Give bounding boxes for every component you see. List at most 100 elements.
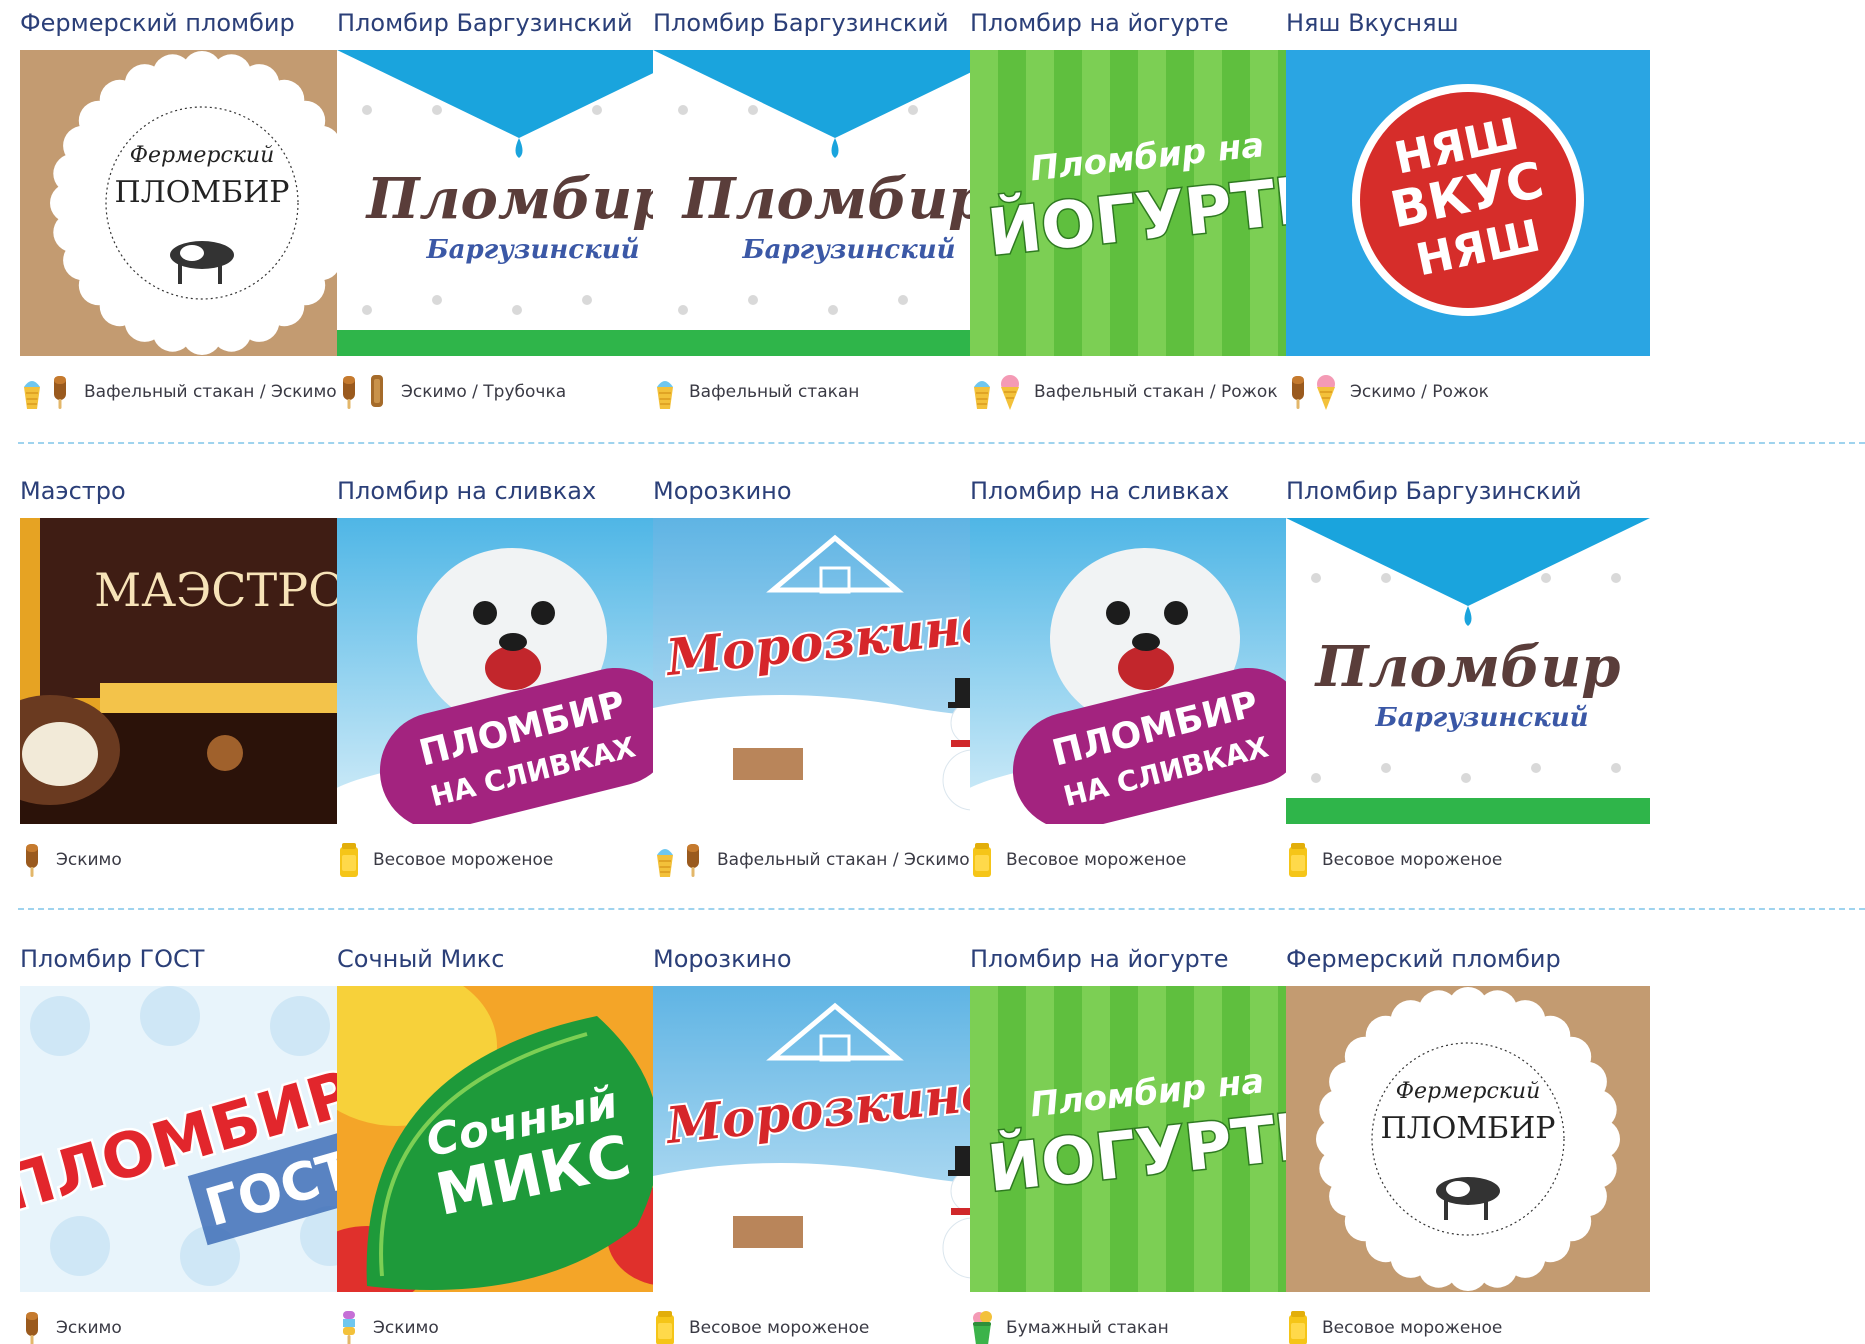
product-type-icons: [337, 373, 389, 411]
product-title[interactable]: Пломбир Баргузинский: [1286, 476, 1582, 506]
product-card[interactable]: Фермерский пломбир Фермерский ПЛОМБИР Ве…: [1284, 936, 1650, 1344]
product-title[interactable]: Пломбир ГОСТ: [20, 944, 204, 974]
product-card[interactable]: Пломбир на сливках ПЛОМБИР НА СЛИВКАХ Вес…: [968, 468, 1334, 888]
eskimo-icon: [681, 841, 705, 879]
product-card[interactable]: Морозкино Морозкино Весовое мороженое: [651, 936, 1017, 1344]
art-text: МАЭСТРО: [94, 563, 346, 617]
product-type-icons: [653, 841, 705, 879]
tub-icon: [1286, 1309, 1310, 1344]
product-type-icons: [970, 373, 1022, 411]
eskimo-icon: [48, 373, 72, 411]
product-row: Фермерский пломбир Фермерский ПЛОМБИР Ва…: [0, 0, 1865, 420]
product-type-label: Весовое мороженое: [373, 850, 554, 870]
art-text: Баргузинский: [425, 235, 639, 265]
product-image[interactable]: Морозкино: [653, 518, 1017, 824]
product-row: Маэстро МАЭСТРО Эскимо Пломбир на сливках …: [0, 468, 1865, 888]
product-type-icons: [20, 373, 72, 411]
art-text: ПЛОМБИР: [115, 175, 290, 210]
art-text: Пломбир: [365, 166, 672, 232]
product-type-label: Вафельный стакан / Эскимо: [717, 850, 970, 870]
eskimo-icon: [1286, 373, 1310, 411]
tub-icon: [970, 841, 994, 879]
product-image[interactable]: Фермерский ПЛОМБИР: [1286, 986, 1650, 1292]
product-card[interactable]: Пломбир Баргузинский Пломбир Баргузински…: [335, 0, 701, 420]
eskimo-icon: [337, 373, 361, 411]
waffle-cup-icon: [653, 841, 677, 879]
product-title[interactable]: Морозкино: [653, 476, 792, 506]
product-type-icons: [970, 841, 994, 879]
product-type-label: Эскимо / Трубочка: [401, 382, 567, 402]
product-image[interactable]: Пломбир на ЙОГУРТЕ: [970, 50, 1334, 356]
cone-icon: [998, 373, 1022, 411]
product-image[interactable]: МАЭСТРО: [20, 518, 384, 824]
product-card[interactable]: Морозкино Морозкино Вафельный стакан / Эс…: [651, 468, 1017, 888]
product-type-row: Вафельный стакан / Эскимо: [20, 372, 337, 412]
product-card[interactable]: Пломбир на йогурте Пломбир на ЙОГУРТЕ Ваф…: [968, 0, 1334, 420]
product-type-icons: [337, 1309, 361, 1344]
product-type-icons: [1286, 373, 1338, 411]
product-card[interactable]: Пломбир ГОСТ ПЛОМБИР ГОСТ Эскимо: [18, 936, 384, 1344]
product-type-row: Бумажный стакан: [970, 1308, 1169, 1344]
art-text: Пломбир: [681, 166, 988, 232]
product-type-icons: [20, 1309, 44, 1344]
product-title[interactable]: Пломбир Баргузинский: [653, 8, 949, 38]
art-text: Фермерский: [1396, 1079, 1541, 1104]
product-type-row: Эскимо: [337, 1308, 439, 1344]
product-card[interactable]: Маэстро МАЭСТРО Эскимо: [18, 468, 384, 888]
tube-icon: [365, 373, 389, 411]
product-type-label: Вафельный стакан / Рожок: [1034, 382, 1278, 402]
row-divider: [18, 908, 1865, 910]
product-type-label: Весовое мороженое: [689, 1318, 870, 1338]
product-card[interactable]: Няш Вкусняш НЯШ ВКУС НЯШ Эскимо / Рожок: [1284, 0, 1650, 420]
product-image[interactable]: ПЛОМБИР НА СЛИВКАХ: [337, 518, 701, 824]
tub-icon: [653, 1309, 677, 1344]
product-image[interactable]: Морозкино: [653, 986, 1017, 1292]
product-card[interactable]: Пломбир на йогурте Пломбир на ЙОГУРТЕ Бум…: [968, 936, 1334, 1344]
product-type-row: Вафельный стакан / Рожок: [970, 372, 1278, 412]
product-title[interactable]: Пломбир на сливках: [337, 476, 596, 506]
product-image[interactable]: Пломбир Баргузинский: [337, 50, 701, 356]
product-title[interactable]: Морозкино: [653, 944, 792, 974]
product-title[interactable]: Пломбир на йогурте: [970, 944, 1229, 974]
product-type-row: Весовое мороженое: [970, 840, 1186, 880]
product-title[interactable]: Няш Вкусняш: [1286, 8, 1459, 38]
product-type-row: Вафельный стакан: [653, 372, 859, 412]
fruit-ice-icon: [337, 1309, 361, 1344]
product-type-label: Эскимо: [373, 1318, 439, 1338]
product-title[interactable]: Пломбир на сливках: [970, 476, 1229, 506]
product-image[interactable]: Сочный МИКС: [337, 986, 701, 1292]
product-image[interactable]: ПЛОМБИР ГОСТ: [20, 986, 384, 1292]
product-card[interactable]: Фермерский пломбир Фермерский ПЛОМБИР Ва…: [18, 0, 384, 420]
product-image[interactable]: Пломбир на ЙОГУРТЕ: [970, 986, 1334, 1292]
product-title[interactable]: Пломбир Баргузинский: [337, 8, 633, 38]
product-type-row: Весовое мороженое: [1286, 1308, 1502, 1344]
waffle-cup-icon: [20, 373, 44, 411]
product-title[interactable]: Фермерский пломбир: [1286, 944, 1561, 974]
product-type-row: Эскимо: [20, 840, 122, 880]
product-title[interactable]: Пломбир на йогурте: [970, 8, 1229, 38]
product-type-row: Эскимо / Рожок: [1286, 372, 1489, 412]
art-text: Баргузинский: [1374, 703, 1588, 733]
eskimo-icon: [20, 1309, 44, 1344]
product-image[interactable]: Пломбир Баргузинский: [653, 50, 1017, 356]
product-type-label: Вафельный стакан: [689, 382, 860, 402]
row-divider: [18, 442, 1865, 444]
product-card[interactable]: Пломбир Баргузинский Пломбир Баргузински…: [1284, 468, 1650, 888]
product-title[interactable]: Сочный Микс: [337, 944, 504, 974]
product-image[interactable]: Фермерский ПЛОМБИР: [20, 50, 384, 356]
product-image[interactable]: ПЛОМБИР НА СЛИВКАХ: [970, 518, 1334, 824]
product-image[interactable]: Пломбир Баргузинский: [1286, 518, 1650, 824]
art-text: Баргузинский: [741, 235, 955, 265]
art-text: Пломбир: [1314, 634, 1621, 700]
product-title[interactable]: Фермерский пломбир: [20, 8, 295, 38]
cone-icon: [1314, 373, 1338, 411]
product-card[interactable]: Пломбир на сливках ПЛОМБИР НА СЛИВКАХ Вес…: [335, 468, 701, 888]
product-card[interactable]: Сочный Микс Сочный МИКС Эскимо: [335, 936, 701, 1344]
product-type-label: Вафельный стакан / Эскимо: [84, 382, 337, 402]
product-type-row: Весовое мороженое: [337, 840, 553, 880]
product-image[interactable]: НЯШ ВКУС НЯШ: [1286, 50, 1650, 356]
product-type-icons: [337, 841, 361, 879]
tub-icon: [1286, 841, 1310, 879]
product-card[interactable]: Пломбир Баргузинский Пломбир Баргузински…: [651, 0, 1017, 420]
product-title[interactable]: Маэстро: [20, 476, 126, 506]
